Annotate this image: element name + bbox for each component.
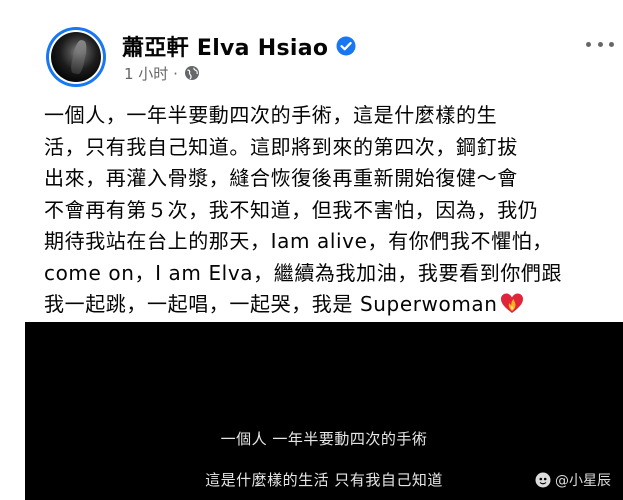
video-subtitle: 這是什麼樣的生活 只有我自己知道 <box>205 471 443 489</box>
more-options-icon[interactable] <box>586 38 614 50</box>
author-row: 蕭亞軒 Elva Hsiao <box>122 31 356 61</box>
avatar-ring <box>49 30 103 84</box>
post-text-line-content: 我一起跳，一起唱，一起哭，我是 Superwoman <box>44 292 498 316</box>
video-subtitle: 一個人 一年半要動四次的手術 <box>220 430 428 448</box>
post-text-line: 一個人，一年半要動四次的手術，這是什麼樣的生 <box>44 103 498 127</box>
post-text-line: 出來，再灌入骨漿，縫合恢復後再重新開始復健～會 <box>44 166 518 190</box>
post-text-line: 不會再有第５次，我不知道，但我不害怕，因為，我仍 <box>44 197 539 222</box>
video-player[interactable]: 一個人 一年半要動四次的手術 這是什麼樣的生活 只有我自己知道 @小星辰 <box>25 322 623 500</box>
post-timestamp[interactable]: 1 小时 · <box>124 63 178 84</box>
watermark-logo-icon <box>535 472 551 488</box>
verified-badge-icon <box>336 36 356 56</box>
post-text: 一個人，一年半要動四次的手術，這是什麼樣的生 活，只有我自己知道。這即將到來的第… <box>44 100 619 321</box>
globe-icon[interactable] <box>184 65 200 81</box>
watermark: @小星辰 <box>535 470 611 490</box>
post-header: 蕭亞軒 Elva Hsiao 1 小时 · <box>0 0 623 95</box>
post-text-line: 活，只有我自己知道。這即將到來的第四次，鋼釘拔 <box>44 134 518 159</box>
author-name[interactable]: 蕭亞軒 Elva Hsiao <box>122 30 328 62</box>
heart-on-fire-emoji <box>500 292 524 314</box>
avatar-photo <box>51 32 101 82</box>
post-text-line-last: 我一起跳，一起唱，一起哭，我是 Superwoman <box>44 289 619 321</box>
watermark-text: @小星辰 <box>555 473 611 489</box>
avatar[interactable] <box>46 27 106 87</box>
post-text-line: 期待我站在台上的那天，Iam alive，有你們我不懼怕， <box>44 229 553 253</box>
post-meta: 1 小时 · <box>124 63 200 83</box>
post-text-line: come on，I am Elva，繼續為我加油，我要看到你們跟 <box>44 260 563 285</box>
facebook-post: 蕭亞軒 Elva Hsiao 1 小时 · 一個人，一年半要動四次的手術，這是什… <box>0 0 623 500</box>
